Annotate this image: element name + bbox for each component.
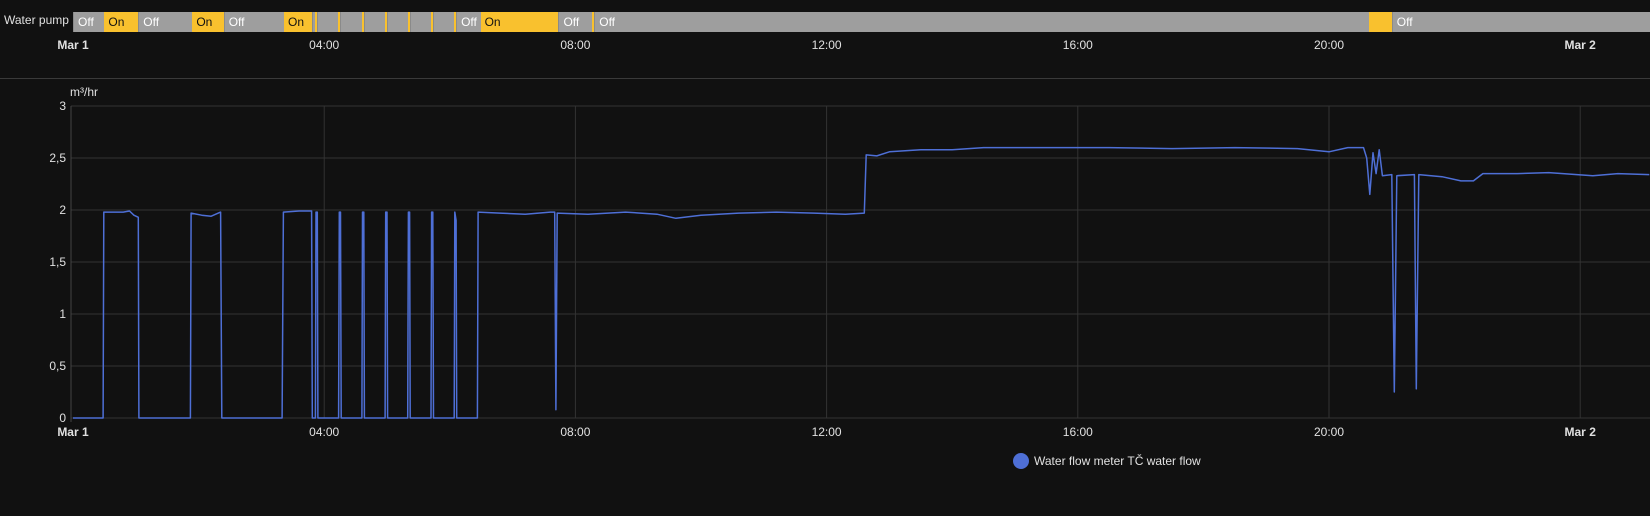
x-tick-label: 04:00 <box>309 425 339 439</box>
series-line-water-flow <box>73 146 1650 419</box>
y-tick-label: 0,5 <box>49 359 66 373</box>
x-tick-label: Mar 2 <box>1565 425 1597 439</box>
y-tick-label: 0 <box>59 411 66 425</box>
y-tick-label: 2,5 <box>49 151 66 165</box>
y-tick-label: 2 <box>59 203 66 217</box>
x-tick-label: 12:00 <box>812 425 842 439</box>
water-flow-chart: m³/hr 0 0,5 1 1,5 2 2,5 3 Mar 1 04:00 08:00 12:00 16… <box>49 85 1650 439</box>
chart-legend[interactable]: Water flow meter TČ water flow <box>1013 453 1201 469</box>
legend-label: Water flow meter TČ water flow <box>1034 454 1201 468</box>
x-tick-label: 20:00 <box>1314 425 1344 439</box>
y-tick-label: 1 <box>59 307 66 321</box>
y-tick-label: 3 <box>59 99 66 113</box>
x-tick-label: 08:00 <box>560 425 590 439</box>
y-tick-label: 1,5 <box>49 255 66 269</box>
y-axis-unit-label: m³/hr <box>70 85 98 99</box>
x-tick-label: 16:00 <box>1063 425 1093 439</box>
x-tick-label: Mar 1 <box>57 425 89 439</box>
legend-color-dot-icon <box>1013 453 1029 469</box>
